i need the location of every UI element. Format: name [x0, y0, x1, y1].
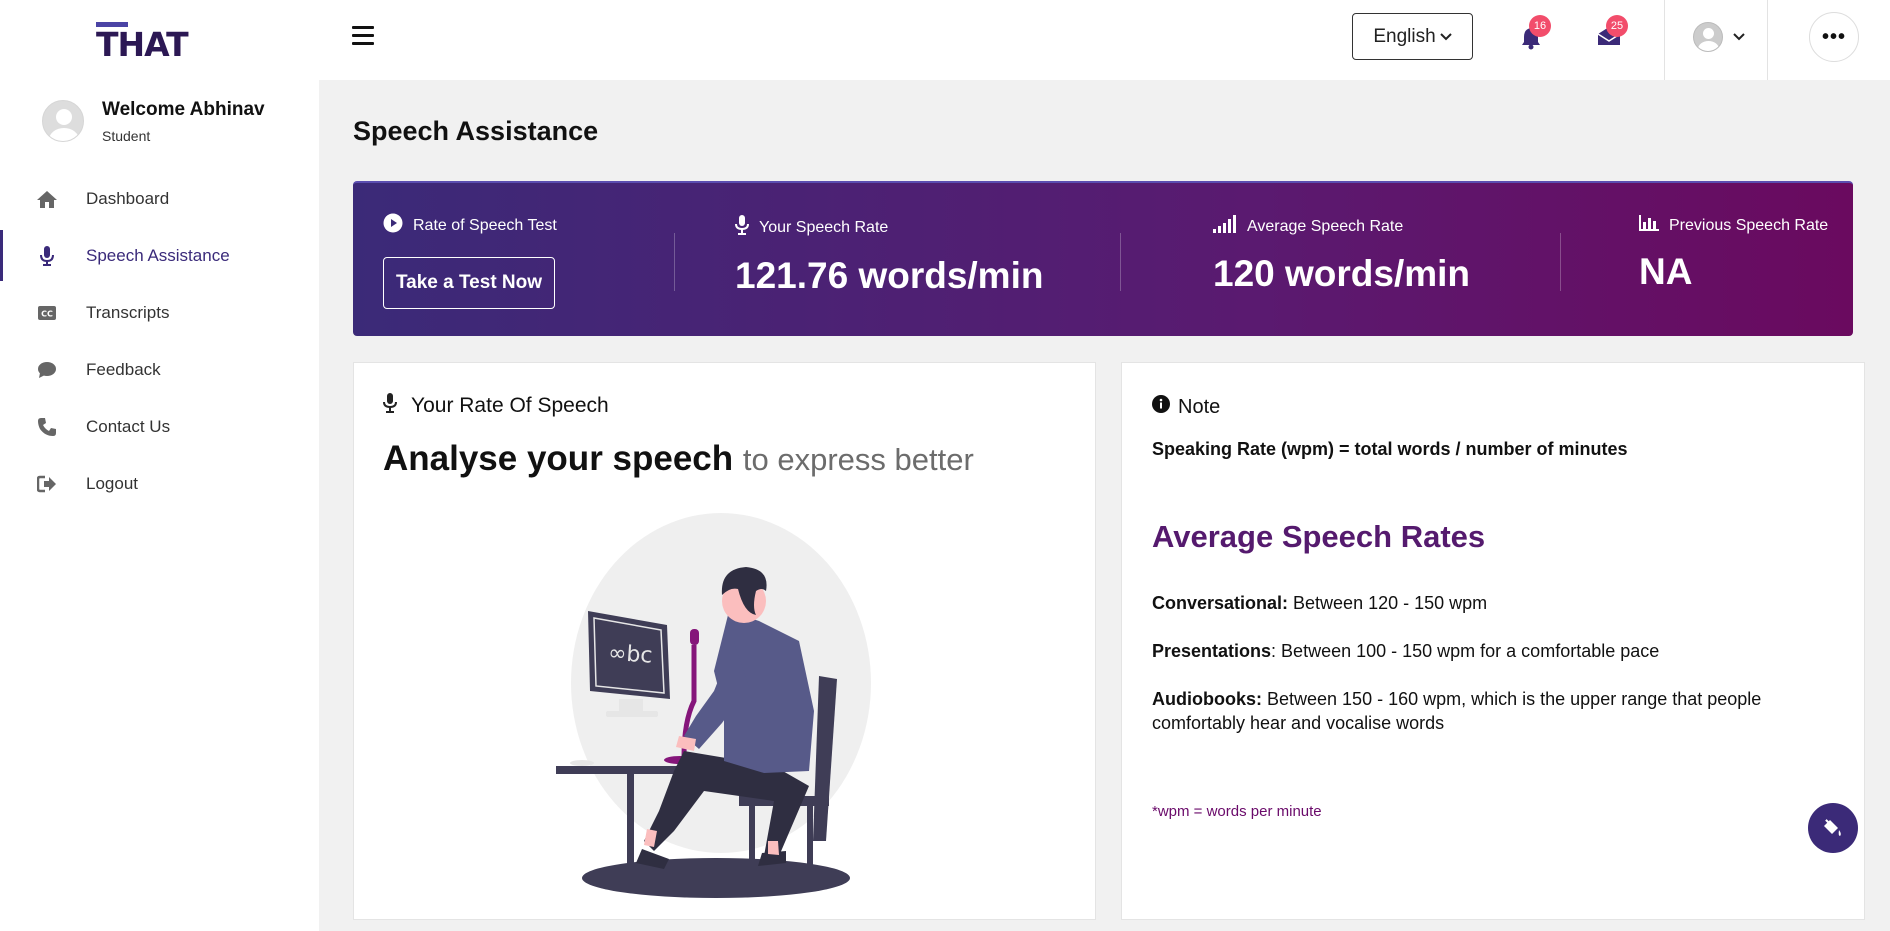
- sidebar-item-label: Transcripts: [86, 302, 170, 322]
- your-speech-rate-label: Your Speech Rate: [759, 218, 889, 236]
- signal-bars-icon: [1213, 215, 1237, 238]
- average-speech-rate-stat: Average Speech Rate 120 words/min: [1213, 215, 1470, 295]
- rate-presentations: Presentations: Between 100 - 150 wpm for…: [1152, 639, 1832, 663]
- average-speech-rates-title: Average Speech Rates: [1152, 519, 1486, 554]
- headline-light: to express better: [742, 442, 974, 477]
- stat-divider: [674, 233, 675, 291]
- headline: Analyse your speech to express better: [383, 439, 974, 479]
- sidebar: THAT Welcome Abhinav Student Dashboard S…: [0, 0, 319, 931]
- info-icon: [1152, 395, 1170, 419]
- previous-speech-rate-value: NA: [1639, 251, 1693, 292]
- top-header: English 16 25 •••: [319, 0, 1890, 80]
- menu-toggle-icon[interactable]: [352, 26, 374, 46]
- card-heading: Your Rate Of Speech: [411, 394, 609, 417]
- sidebar-item-transcripts[interactable]: CC Transcripts: [0, 284, 319, 341]
- your-speech-rate-stat: Your Speech Rate 121.76 words/min: [735, 215, 1043, 297]
- profile-dropdown[interactable]: [1693, 20, 1758, 54]
- note-card: Note Speaking Rate (wpm) = total words /…: [1121, 362, 1865, 920]
- rate-conversational: Conversational: Between 120 - 150 wpm: [1152, 591, 1832, 615]
- microphone-icon: [36, 245, 58, 267]
- average-speech-rate-value: 120 words/min: [1213, 253, 1471, 294]
- page-title: Speech Assistance: [353, 116, 599, 146]
- chevron-down-icon: [1439, 29, 1452, 44]
- paint-bucket-icon[interactable]: [1808, 803, 1858, 853]
- rate-of-speech-card: Your Rate Of Speech Analyse your speech …: [353, 362, 1096, 920]
- take-test-button[interactable]: Take a Test Now: [383, 257, 555, 309]
- sidebar-item-label: Contact Us: [86, 416, 171, 436]
- sidebar-item-contact-us[interactable]: Contact Us: [0, 398, 319, 455]
- language-label: English: [1373, 25, 1436, 47]
- sidebar-item-label: Logout: [86, 473, 138, 493]
- active-indicator: [0, 230, 3, 281]
- sidebar-item-dashboard[interactable]: Dashboard: [0, 170, 319, 227]
- comment-icon: [36, 359, 58, 381]
- rate-label: Presentations: [1152, 641, 1272, 661]
- headline-strong: Analyse your speech: [383, 439, 734, 478]
- your-speech-rate-value: 121.76 words/min: [735, 255, 1044, 296]
- more-options-icon[interactable]: •••: [1809, 12, 1859, 62]
- rate-text: Between 120 - 150 wpm: [1288, 593, 1488, 613]
- stat-divider: [1120, 233, 1121, 291]
- rate-label: Audiobooks:: [1152, 689, 1262, 709]
- person-at-computer-illustration: ∞bc: [524, 511, 914, 911]
- microphone-icon: [383, 393, 397, 419]
- previous-speech-rate-stat: Previous Speech Rate NA: [1639, 215, 1828, 293]
- avatar: [42, 100, 84, 142]
- previous-speech-rate-label: Previous Speech Rate: [1669, 216, 1829, 234]
- sidebar-item-label: Dashboard: [86, 188, 170, 208]
- screen-text: ∞bc: [607, 641, 653, 669]
- message-badge: 25: [1606, 15, 1628, 37]
- logout-icon: [36, 473, 58, 495]
- sidebar-item-logout[interactable]: Logout: [0, 455, 319, 512]
- sidebar-nav: Dashboard Speech Assistance CC Transcrip…: [0, 170, 319, 512]
- wpm-footnote: *wpm = words per minute: [1152, 803, 1322, 820]
- sidebar-item-feedback[interactable]: Feedback: [0, 341, 319, 398]
- bar-chart-icon: [1639, 215, 1659, 236]
- speech-stats-banner: Rate of Speech Test Take a Test Now Your…: [353, 181, 1853, 336]
- rate-text: : Between 100 - 150 wpm for a comfortabl…: [1271, 641, 1660, 661]
- header-divider: [1664, 0, 1665, 80]
- phone-icon: [36, 416, 58, 438]
- user-role: Student: [102, 128, 151, 144]
- stat-divider: [1560, 233, 1561, 291]
- logo-text: THAT: [96, 25, 189, 64]
- notification-badge: 16: [1529, 15, 1551, 37]
- sidebar-item-label: Feedback: [86, 359, 161, 379]
- rate-label: Conversational:: [1152, 593, 1289, 613]
- microphone-icon: [735, 215, 749, 240]
- rate-audiobooks: Audiobooks: Between 150 - 160 wpm, which…: [1152, 687, 1832, 735]
- avatar: [1693, 22, 1723, 52]
- rate-test-label: Rate of Speech Test: [413, 216, 557, 234]
- closed-captions-icon: CC: [36, 302, 58, 324]
- language-dropdown[interactable]: English: [1352, 13, 1473, 60]
- note-heading: Note: [1178, 395, 1221, 418]
- speaking-rate-formula: Speaking Rate (wpm) = total words / numb…: [1152, 439, 1628, 459]
- play-circle-icon: [383, 213, 403, 238]
- sidebar-item-speech-assistance[interactable]: Speech Assistance: [0, 227, 319, 284]
- svg-text:CC: CC: [41, 309, 53, 318]
- sidebar-item-label: Speech Assistance: [86, 245, 230, 265]
- header-divider: [1767, 0, 1768, 80]
- user-profile: Welcome Abhinav Student: [42, 96, 312, 156]
- home-icon: [36, 188, 58, 210]
- average-speech-rate-label: Average Speech Rate: [1247, 217, 1404, 235]
- chevron-down-icon: [1733, 28, 1745, 46]
- rate-test-stat: Rate of Speech Test Take a Test Now: [383, 213, 557, 309]
- welcome-text: Welcome Abhinav: [102, 99, 265, 120]
